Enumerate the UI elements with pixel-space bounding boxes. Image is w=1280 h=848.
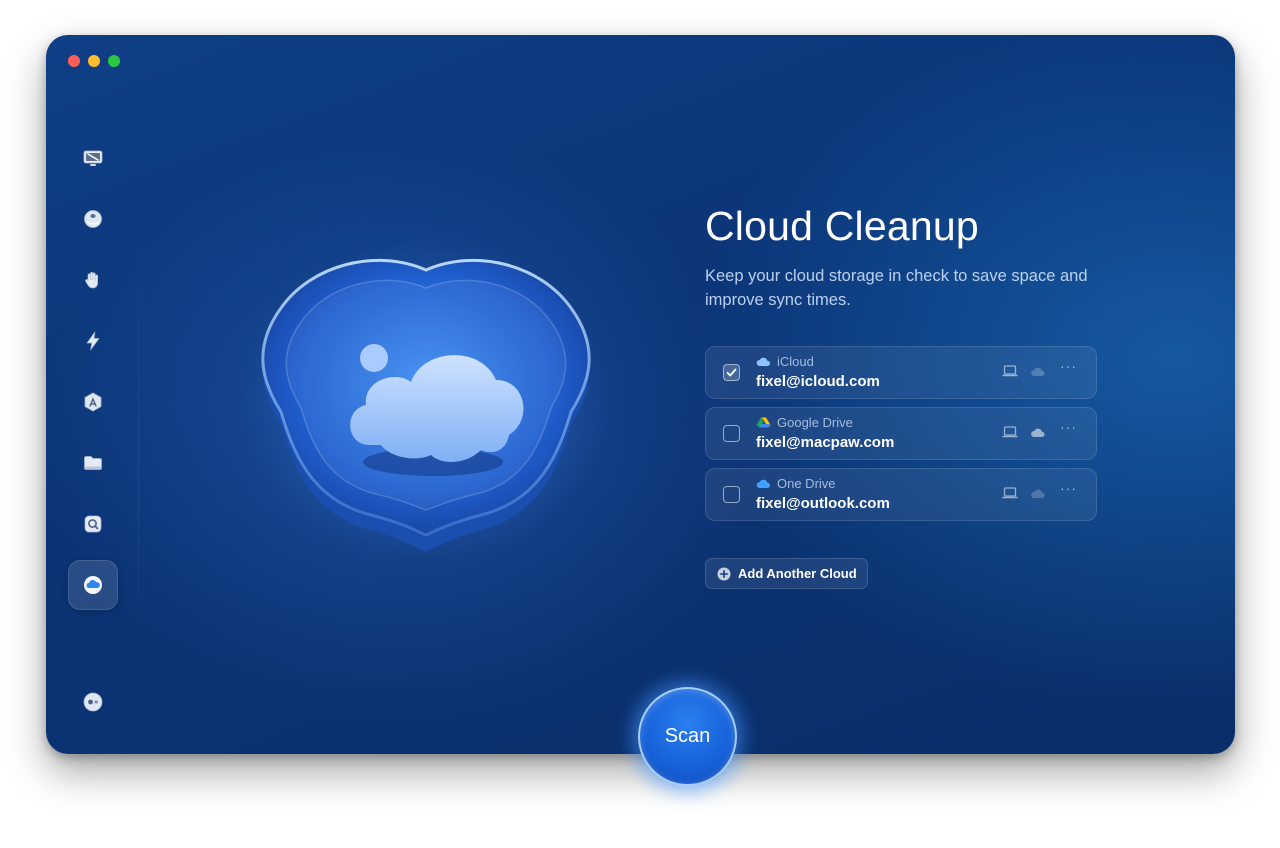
folder-icon [84,456,102,470]
sidebar-item-protection[interactable] [68,194,118,244]
sidebar-item-applications[interactable] [68,377,118,427]
google-drive-checkbox[interactable] [723,425,740,442]
laptop-icon[interactable] [1002,425,1018,439]
shield-ball-icon [84,210,102,228]
cloud-account-email: fixel@macpaw.com [756,434,895,451]
minimize-window-button[interactable] [88,55,100,67]
cloud-provider-name: Google Drive [777,415,853,430]
scan-button-label: Scan [664,725,711,747]
cloud-status-icon[interactable] [1030,364,1046,378]
cloud-provider-name: iCloud [777,354,814,369]
laptop-icon[interactable] [1002,364,1018,378]
page-title: Cloud Cleanup [705,203,979,249]
page-subtitle: Keep your cloud storage in check to save… [705,267,1088,309]
cloud-row-one-drive[interactable]: One Drive fixel@outlook.com ··· [705,468,1097,521]
laptop-icon[interactable] [1002,486,1018,500]
magnifier-icon [84,515,102,533]
sidebar-item-space-lens[interactable] [68,499,118,549]
scan-button[interactable]: Scan [638,687,737,786]
checkmark-icon [726,368,737,377]
sidebar-item-performance[interactable] [68,316,118,366]
one-drive-checkbox[interactable] [723,486,740,503]
plus-circle-icon [717,567,731,580]
more-options-icon[interactable]: ··· [1060,480,1077,496]
lightning-icon [86,331,100,351]
google-drive-icon [756,417,771,428]
sidebar-divider [138,195,139,715]
cloud-icon [84,576,102,594]
cloud-provider-name: One Drive [777,476,836,491]
sidebar-item-assistant[interactable] [68,677,118,727]
icloud-checkbox[interactable] [723,364,740,381]
cloud-cleanup-hero-illustration [241,240,611,560]
more-options-icon[interactable]: ··· [1060,419,1077,435]
sidebar-item-cloud-cleanup[interactable] [68,560,118,610]
monitor-broom-icon [83,150,103,166]
hand-icon [85,272,98,289]
cloud-row-google-drive[interactable]: Google Drive fixel@macpaw.com ··· [705,407,1097,460]
cloud-row-icloud[interactable]: iCloud fixel@icloud.com ··· [705,346,1097,399]
onedrive-icon [756,479,771,488]
cloud-account-email: fixel@outlook.com [756,495,890,512]
close-window-button[interactable] [68,55,80,67]
sidebar-item-smart-scan[interactable] [68,133,118,183]
cloud-status-icon[interactable] [1030,425,1046,439]
assistant-dots-icon [83,692,103,712]
add-another-cloud-label: Add Another Cloud [738,566,857,581]
cloud-status-icon[interactable] [1030,486,1046,500]
add-another-cloud-button[interactable]: Add Another Cloud [705,558,868,589]
app-store-icon [84,392,102,412]
sidebar-item-my-clutter[interactable] [68,438,118,488]
app-window: Cloud Cleanup Keep your cloud storage in… [46,35,1235,754]
sidebar-item-privacy[interactable] [68,255,118,305]
zoom-window-button[interactable] [108,55,120,67]
cloud-account-email: fixel@icloud.com [756,373,880,390]
icloud-icon [756,357,771,366]
more-options-icon[interactable]: ··· [1060,358,1077,374]
